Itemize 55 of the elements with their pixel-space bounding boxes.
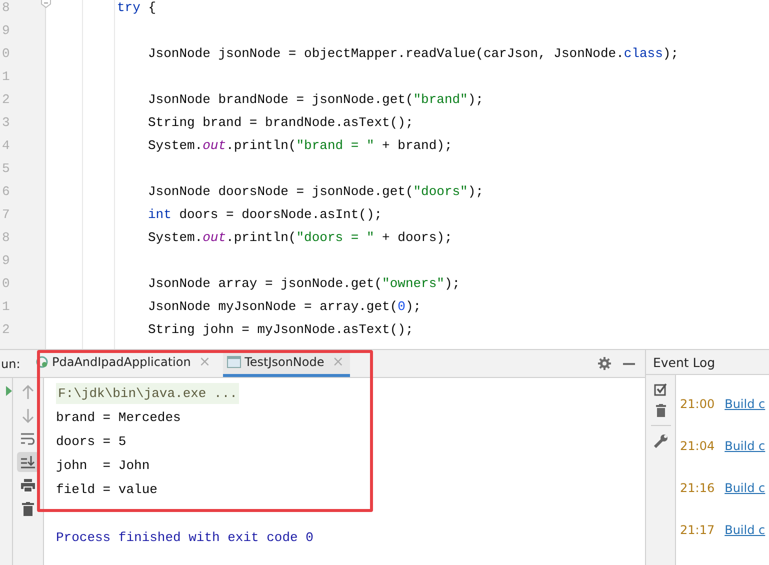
code-line: String john = myJsonNode.asText(); — [148, 322, 414, 337]
code-line: int doors = doorsNode.asInt(); — [148, 207, 382, 222]
event-link[interactable]: Build c — [724, 481, 766, 523]
code-line: JsonNode myJsonNode = array.get(0); — [148, 299, 422, 314]
line-number: 9 — [1, 23, 11, 40]
console-line: Process finished with exit code 0 — [56, 530, 314, 545]
console-line: doors = 5 — [56, 434, 126, 449]
line-number: 2 — [1, 322, 11, 339]
checkbox-icon[interactable] — [654, 383, 667, 396]
event-link[interactable]: Build c — [724, 523, 766, 565]
line-number: 0 — [1, 276, 11, 293]
line-number: 7 — [1, 207, 11, 224]
event-link[interactable]: Build c — [724, 397, 766, 439]
event-time: 21:17 — [680, 523, 715, 539]
console-line: field = value — [56, 482, 158, 497]
line-number: 3 — [1, 115, 11, 132]
print-icon[interactable] — [21, 479, 35, 492]
event-time: 21:16 — [680, 481, 715, 497]
run-label: un: — [1, 356, 22, 370]
run-icon[interactable] — [6, 386, 12, 396]
wrench-icon[interactable] — [654, 434, 668, 448]
spring-app-icon — [36, 356, 48, 368]
line-number: 0 — [1, 46, 11, 63]
soft-wrap-icon[interactable] — [21, 433, 35, 445]
event-time: 21:00 — [680, 397, 715, 413]
line-number: 1 — [1, 299, 11, 316]
line-number: 4 — [1, 138, 11, 155]
line-number: 6 — [1, 184, 11, 201]
console-line: brand = Mercedes — [56, 410, 181, 425]
line-number: 8 — [1, 0, 11, 17]
line-number: 1 — [1, 69, 11, 86]
code-line: try { — [117, 0, 156, 15]
code-line: System.out.println("doors = " + doors); — [148, 230, 452, 245]
fold-marker-icon[interactable] — [41, 0, 51, 8]
code-line: JsonNode doorsNode = jsonNode.get("doors"); — [148, 184, 484, 199]
event-link[interactable]: Build c — [724, 439, 766, 481]
code-line: JsonNode jsonNode = objectMapper.readValue(carJson, JsonNode.class); — [148, 46, 679, 61]
console-line: john = John — [56, 458, 150, 473]
code-line: String brand = brandNode.asText(); — [148, 115, 414, 130]
trash-icon[interactable] — [656, 404, 666, 417]
code-line: JsonNode array = jsonNode.get("owners"); — [148, 276, 460, 291]
trash-icon[interactable] — [22, 502, 34, 516]
line-number: 8 — [1, 230, 11, 247]
scroll-to-end-button[interactable] — [17, 452, 39, 472]
run-tab[interactable]: PdaAndIpadApplication × — [32, 350, 217, 377]
settings-icon[interactable] — [598, 357, 611, 370]
panel-title: Event Log — [653, 354, 716, 370]
code-line: System.out.println("brand = " + brand); — [148, 138, 452, 153]
console-window-icon — [226, 356, 241, 368]
code-line: JsonNode brandNode = jsonNode.get("brand"); — [148, 92, 484, 107]
line-number: 5 — [1, 161, 11, 178]
event-time: 21:04 — [680, 439, 715, 455]
line-number: 2 — [1, 92, 11, 109]
minimize-icon[interactable] — [623, 362, 635, 364]
line-number: 9 — [1, 253, 11, 270]
